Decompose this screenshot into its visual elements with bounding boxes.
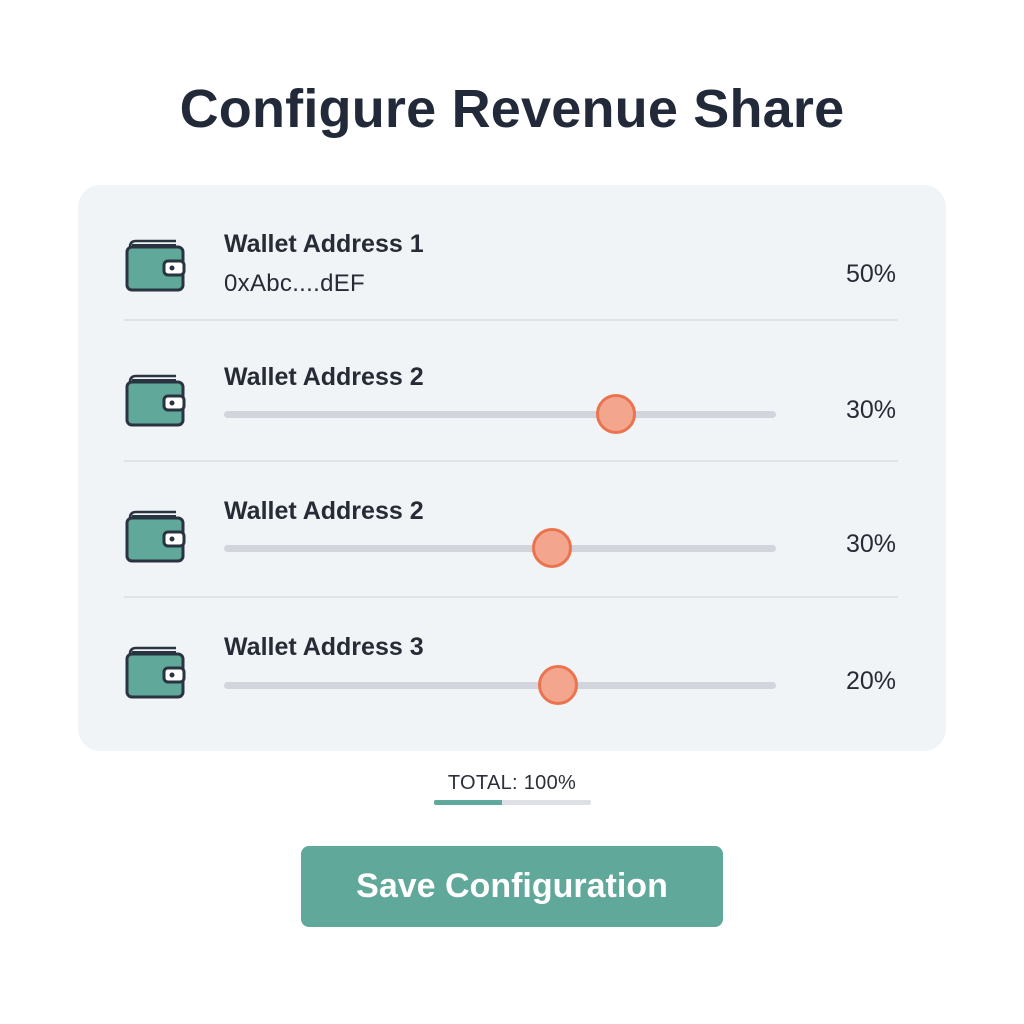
- slider-thumb[interactable]: [532, 528, 573, 568]
- page-title: Configure Revenue Share: [179, 79, 845, 139]
- wallet-icon: [125, 239, 186, 292]
- wallet-row-4: Wallet Address 3 20%: [78, 598, 946, 734]
- total-percentage: TOTAL: 100%: [447, 772, 577, 794]
- row-divider: [124, 319, 898, 321]
- wallet-address: 0xAbc....dEF: [224, 270, 365, 297]
- share-percent: 30%: [845, 396, 896, 424]
- wallet-row-1: Wallet Address 1 0xAbc....dEF 50%: [78, 185, 946, 321]
- total-progress-bar: [434, 800, 591, 805]
- slider-track: [224, 682, 776, 689]
- total-progress-fill: [434, 800, 502, 805]
- wallet-label: Wallet Address 3: [224, 633, 424, 661]
- wallet-label: Wallet Address 2: [224, 497, 424, 525]
- wallet-icon: [125, 510, 186, 563]
- slider-thumb[interactable]: [537, 665, 578, 705]
- share-percent: 30%: [845, 530, 896, 558]
- wallet-icon: [125, 646, 186, 699]
- share-slider[interactable]: [224, 665, 776, 705]
- share-percent: 50%: [845, 260, 896, 288]
- share-percent: 20%: [845, 667, 896, 695]
- slider-track: [224, 545, 776, 552]
- wallet-list-panel: Wallet Address 1 0xAbc....dEF 50% Wallet…: [78, 185, 946, 751]
- slider-track: [224, 411, 776, 418]
- revenue-share-page: Configure Revenue Share Wallet Address 1…: [0, 0, 1024, 1024]
- save-configuration-button[interactable]: Save Configuration: [301, 846, 723, 927]
- share-slider[interactable]: [224, 394, 776, 434]
- wallet-row-3: Wallet Address 2 30%: [78, 462, 946, 598]
- wallet-icon: [125, 374, 186, 427]
- wallet-label: Wallet Address 2: [224, 363, 424, 391]
- wallet-label: Wallet Address 1: [224, 230, 424, 258]
- wallet-row-2: Wallet Address 2 30%: [78, 326, 946, 462]
- slider-thumb[interactable]: [595, 394, 636, 434]
- share-slider[interactable]: [224, 528, 776, 568]
